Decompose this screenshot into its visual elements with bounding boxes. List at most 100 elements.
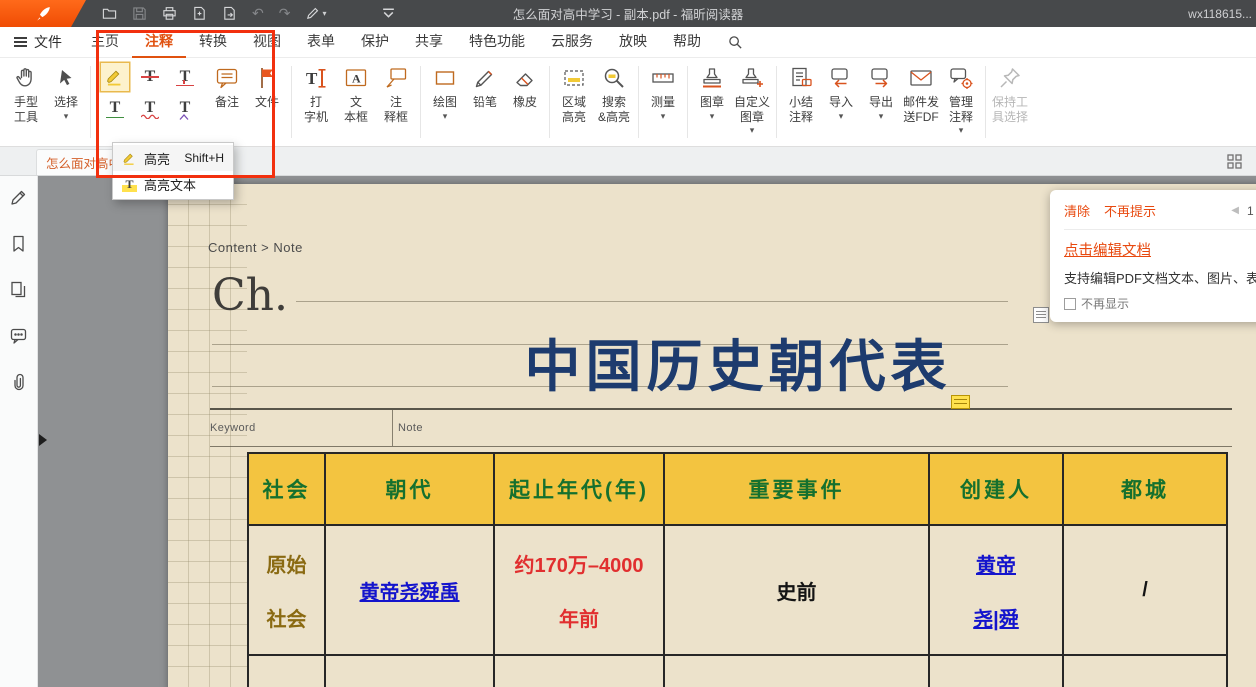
- annotate-pencil-icon[interactable]: [9, 188, 28, 207]
- textbox-icon: A: [343, 63, 369, 93]
- tab-comment[interactable]: 注释: [132, 27, 186, 58]
- tool-select[interactable]: 选择 ▾: [46, 63, 86, 121]
- convert-file-icon[interactable]: [222, 6, 237, 21]
- tool-hand[interactable]: 手型 工具: [6, 63, 46, 124]
- tool-keep-tool-selected: 保持工 具选择: [990, 63, 1030, 124]
- tool-summarize-comments[interactable]: 小结 注释: [781, 63, 821, 124]
- ribbon-separator: [291, 66, 292, 138]
- hamburger-icon: [14, 37, 27, 47]
- comments-panel-icon[interactable]: [9, 326, 28, 345]
- tool-stamp[interactable]: 图章 ▾: [692, 63, 732, 121]
- redo-icon[interactable]: ↷: [279, 6, 291, 21]
- export-pdf-icon[interactable]: [192, 6, 207, 21]
- dropdown-arrow[interactable]: ▾: [64, 111, 69, 121]
- drawing-rect-icon: [432, 63, 458, 93]
- edit-document-link[interactable]: 点击编辑文档: [1064, 239, 1151, 260]
- tool-export-comments[interactable]: 导出 ▾: [861, 63, 901, 121]
- tab-form[interactable]: 表单: [294, 27, 348, 58]
- tool-area-highlight[interactable]: 区域 高亮: [554, 63, 594, 124]
- tool-note[interactable]: 备注: [207, 63, 247, 110]
- cell-text: 年前: [559, 603, 599, 632]
- tool-pencil[interactable]: 铅笔: [465, 63, 505, 110]
- sidebar-expand-handle[interactable]: [39, 434, 47, 446]
- pen-tool-icon[interactable]: ▾: [305, 6, 326, 21]
- table-header-cell: 社会: [249, 454, 326, 526]
- tab-slideshow[interactable]: 放映: [606, 27, 660, 58]
- save-icon[interactable]: [132, 6, 147, 21]
- founder-link[interactable]: 黄帝: [976, 549, 1016, 578]
- search-icon[interactable]: [728, 35, 743, 50]
- note-float-icon[interactable]: [1033, 307, 1049, 323]
- tab-cloud[interactable]: 云服务: [538, 27, 606, 58]
- dropdown-arrow[interactable]: ▾: [959, 125, 964, 135]
- squiggly-underline-tool[interactable]: T: [136, 94, 164, 122]
- menu-item-highlight[interactable]: 高亮 Shift+H: [113, 145, 233, 171]
- replace-text-tool[interactable]: T: [171, 63, 199, 91]
- strikeout-tool[interactable]: T: [136, 63, 164, 91]
- tool-drawing[interactable]: 绘图 ▾: [425, 63, 465, 121]
- dont-show-checkbox[interactable]: [1064, 298, 1076, 310]
- customize-toolbar-chevron[interactable]: [381, 6, 396, 21]
- tab-convert[interactable]: 转换: [186, 27, 240, 58]
- tool-textbox[interactable]: A 文 本框: [336, 63, 376, 124]
- dropdown-arrow[interactable]: ▾: [443, 111, 448, 121]
- tool-label: 导入: [829, 95, 853, 110]
- underline-tool[interactable]: T: [101, 94, 129, 122]
- table-header-cell: 朝代: [326, 454, 495, 526]
- bookmarks-icon[interactable]: [9, 234, 28, 253]
- tool-manage-comments[interactable]: 管理 注释 ▾: [941, 63, 981, 135]
- table-cell-society: 原始 社会: [249, 526, 326, 656]
- text-markup-group: T T T T T: [101, 63, 199, 122]
- tool-import-comments[interactable]: 导入 ▾: [821, 63, 861, 121]
- title-underline: [210, 408, 1232, 410]
- tab-home[interactable]: 主页: [78, 27, 132, 58]
- tab-view[interactable]: 视图: [240, 27, 294, 58]
- account-name[interactable]: wx118615...: [1188, 7, 1252, 21]
- undo-icon[interactable]: ↶: [252, 6, 264, 21]
- tool-search-highlight[interactable]: 搜索 &高亮: [594, 63, 634, 124]
- tab-features[interactable]: 特色功能: [456, 27, 538, 58]
- tool-typewriter[interactable]: T 打 字机: [296, 63, 336, 124]
- dropdown-arrow[interactable]: ▾: [661, 111, 666, 121]
- attachments-paperclip-icon[interactable]: [9, 372, 28, 391]
- menu-item-highlight-text[interactable]: T 高亮文本: [113, 171, 233, 197]
- tool-custom-stamp[interactable]: 自定义 图章 ▾: [732, 63, 772, 135]
- edit-hint-panel: 清除 不再提示 ◀ 1 / 1 ▶ 点击编辑文档 支持编辑PDF文档文本、图片、…: [1050, 190, 1256, 322]
- table-cell-years: 约170万–4000 年前: [495, 526, 665, 656]
- tab-protect[interactable]: 保护: [348, 27, 402, 58]
- tab-grid-icon[interactable]: [1227, 154, 1242, 169]
- clear-link[interactable]: 清除: [1064, 201, 1090, 220]
- insert-text-tool[interactable]: T: [171, 94, 199, 122]
- tool-label: 绘图: [433, 95, 457, 110]
- tool-callout[interactable]: 注 释框: [376, 63, 416, 124]
- tool-measure[interactable]: 测量 ▾: [643, 63, 683, 121]
- dropdown-arrow[interactable]: ▾: [750, 125, 755, 135]
- dropdown-arrow[interactable]: ▾: [839, 111, 844, 121]
- dropdown-arrow[interactable]: ▾: [710, 111, 715, 121]
- page-thumbnails-icon[interactable]: [9, 280, 28, 299]
- tab-share[interactable]: 共享: [402, 27, 456, 58]
- cell-text: 社会: [267, 603, 307, 632]
- pencil-icon: [472, 63, 498, 93]
- tool-file-attachment[interactable]: 文件: [247, 63, 287, 110]
- tool-eraser[interactable]: 橡皮: [505, 63, 545, 110]
- open-file-icon[interactable]: [102, 6, 117, 21]
- pen-dropdown-arrow[interactable]: ▾: [322, 9, 326, 18]
- pager-prev-icon[interactable]: ◀: [1231, 205, 1239, 216]
- dropdown-arrow[interactable]: ▾: [879, 111, 884, 121]
- cell-text: /: [1142, 579, 1148, 602]
- table-header-cell: 重要事件: [665, 454, 930, 526]
- foxit-logo-icon[interactable]: [0, 0, 86, 27]
- founder-link[interactable]: 尧|舜: [973, 603, 1019, 632]
- table-header-cell: 起止年代(年): [495, 454, 665, 526]
- print-icon[interactable]: [162, 6, 177, 21]
- dont-remind-link[interactable]: 不再提示: [1104, 201, 1156, 220]
- dynasty-link[interactable]: 黄帝尧舜禹: [360, 576, 460, 605]
- edit-hint-description: 支持编辑PDF文档文本、图片、表单: [1064, 268, 1256, 287]
- ribbon-separator: [549, 66, 550, 138]
- tool-email-fdf[interactable]: 邮件发 送FDF: [901, 63, 941, 124]
- tab-help[interactable]: 帮助: [660, 27, 714, 58]
- sticky-note-annotation-icon[interactable]: [951, 395, 970, 409]
- highlight-tool[interactable]: [101, 63, 129, 91]
- file-menu-button[interactable]: 文件: [0, 27, 78, 57]
